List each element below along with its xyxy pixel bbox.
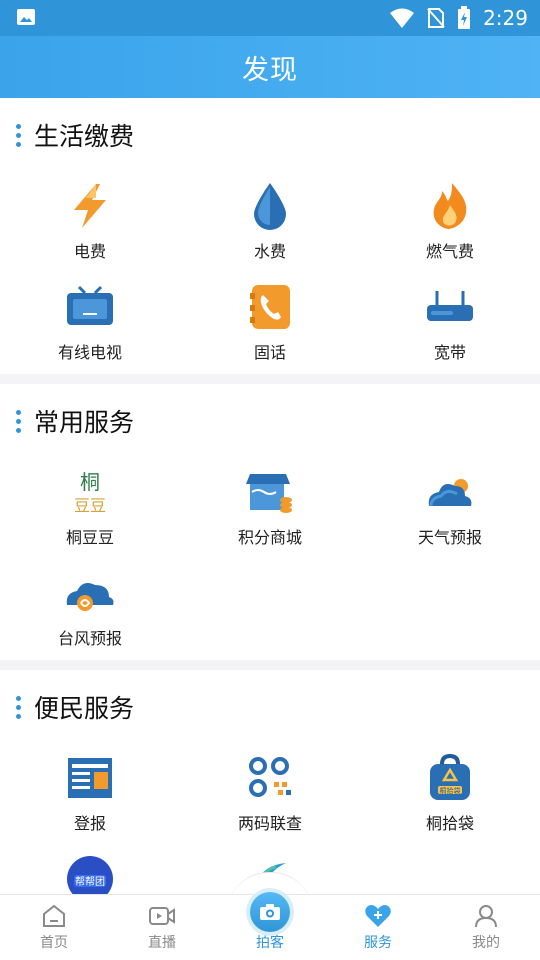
service-label: 宽带 [433,343,466,362]
service-broadband[interactable]: 宽带 [360,273,540,374]
section-title: 生活缴费 [34,122,135,151]
battery-charging-icon [458,6,471,29]
nav-label: 服务 [364,935,392,951]
section-title: 常用服务 [34,408,135,437]
service-label: 有线电视 [57,343,122,362]
service-label: 台风预报 [57,629,122,648]
qr-code-icon [244,752,296,804]
clock: 2:29 [483,6,528,30]
nav-live[interactable]: 直播 [108,895,216,960]
service-tongshidai[interactable]: 桐拾袋 桐拾袋 [360,744,540,845]
service-landline[interactable]: 固话 [180,273,360,374]
newspaper-icon [64,752,116,804]
router-icon [424,281,476,333]
nav-label: 拍客 [256,935,284,951]
flame-icon [424,180,476,232]
service-label: 水费 [253,242,286,261]
service-label: 两码联查 [237,814,302,833]
svg-text:帮帮团: 帮帮团 [75,876,105,888]
video-icon [148,902,176,930]
service-electricity[interactable]: 电费 [0,172,180,273]
home-icon [40,902,68,930]
section-marker-icon [16,123,22,147]
content-scroll[interactable]: 生活缴费 电费 水费 燃气费 有线电视 固话 宽带 常用服务 桐 豆豆 桐豆豆 … [0,98,540,894]
tv-icon [64,281,116,333]
service-tongdoudou[interactable]: 桐豆豆 桐豆豆 [0,458,180,559]
store-icon [244,466,296,518]
weather-icon [424,466,476,518]
recycle-bag-icon: 桐拾袋 [424,752,476,804]
nav-mine[interactable]: 我的 [432,895,540,960]
page-title: 发现 [242,54,298,86]
service-gas[interactable]: 燃气费 [360,172,540,273]
section-header: 生活缴费 [0,98,540,172]
service-bangbangtuan[interactable]: 帮帮团 [0,845,180,894]
nav-label: 首页 [40,935,68,951]
service-label: 燃气费 [425,242,474,261]
camera-icon [260,904,280,920]
service-water[interactable]: 水费 [180,172,360,273]
water-drop-icon [244,180,296,232]
service-label: 天气预报 [417,528,482,547]
svg-text:桐: 桐 [80,470,100,494]
service-label: 积分商城 [237,528,302,547]
service-label: 桐拾袋 [425,814,474,833]
nav-home[interactable]: 首页 [0,895,108,960]
service-weather[interactable]: 天气预报 [360,458,540,559]
svg-text:桐拾袋: 桐拾袋 [440,786,461,795]
section-common-services: 常用服务 桐豆豆 桐豆豆 积分商城 天气预报 台风预报 [0,384,540,660]
phone-icon [244,281,296,333]
bangbangtuan-logo-icon: 帮帮团 [64,853,116,894]
nav-services[interactable]: 服务 [324,895,432,960]
service-dual-code-check[interactable]: 两码联查 [180,744,360,845]
service-label: 电费 [73,242,106,261]
gallery-icon [17,9,35,25]
section-marker-icon [16,695,22,719]
lightning-icon [64,180,116,232]
typhoon-icon [64,567,116,619]
section-life-payments: 生活缴费 电费 水费 燃气费 有线电视 固话 宽带 [0,98,540,374]
service-label: 登报 [73,814,106,833]
section-header: 便民服务 [0,670,540,744]
section-marker-icon [16,409,22,433]
service-points-mall[interactable]: 积分商城 [180,458,360,559]
tongdoudou-logo-icon: 桐豆豆 [64,466,116,518]
no-sim-icon [427,8,445,28]
status-bar: 2:29 [0,0,540,36]
service-newspaper-ad[interactable]: 登报 [0,744,180,845]
section-convenience-services: 便民服务 登报 两码联查 桐拾袋 桐拾袋 帮帮团 [0,670,540,894]
section-header: 常用服务 [0,384,540,458]
user-icon [472,902,500,930]
service-label: 桐豆豆 [65,528,114,547]
heart-icon [364,902,392,930]
section-title: 便民服务 [34,694,135,723]
nav-label: 直播 [148,935,176,951]
nav-label: 我的 [472,935,500,951]
svg-text:豆豆: 豆豆 [74,496,106,515]
camera-button[interactable] [250,892,290,932]
wifi-icon [390,8,415,28]
service-label: 固话 [253,343,286,362]
title-bar: 发现 [0,36,540,98]
service-typhoon[interactable]: 台风预报 [0,559,180,660]
service-cable-tv[interactable]: 有线电视 [0,273,180,374]
